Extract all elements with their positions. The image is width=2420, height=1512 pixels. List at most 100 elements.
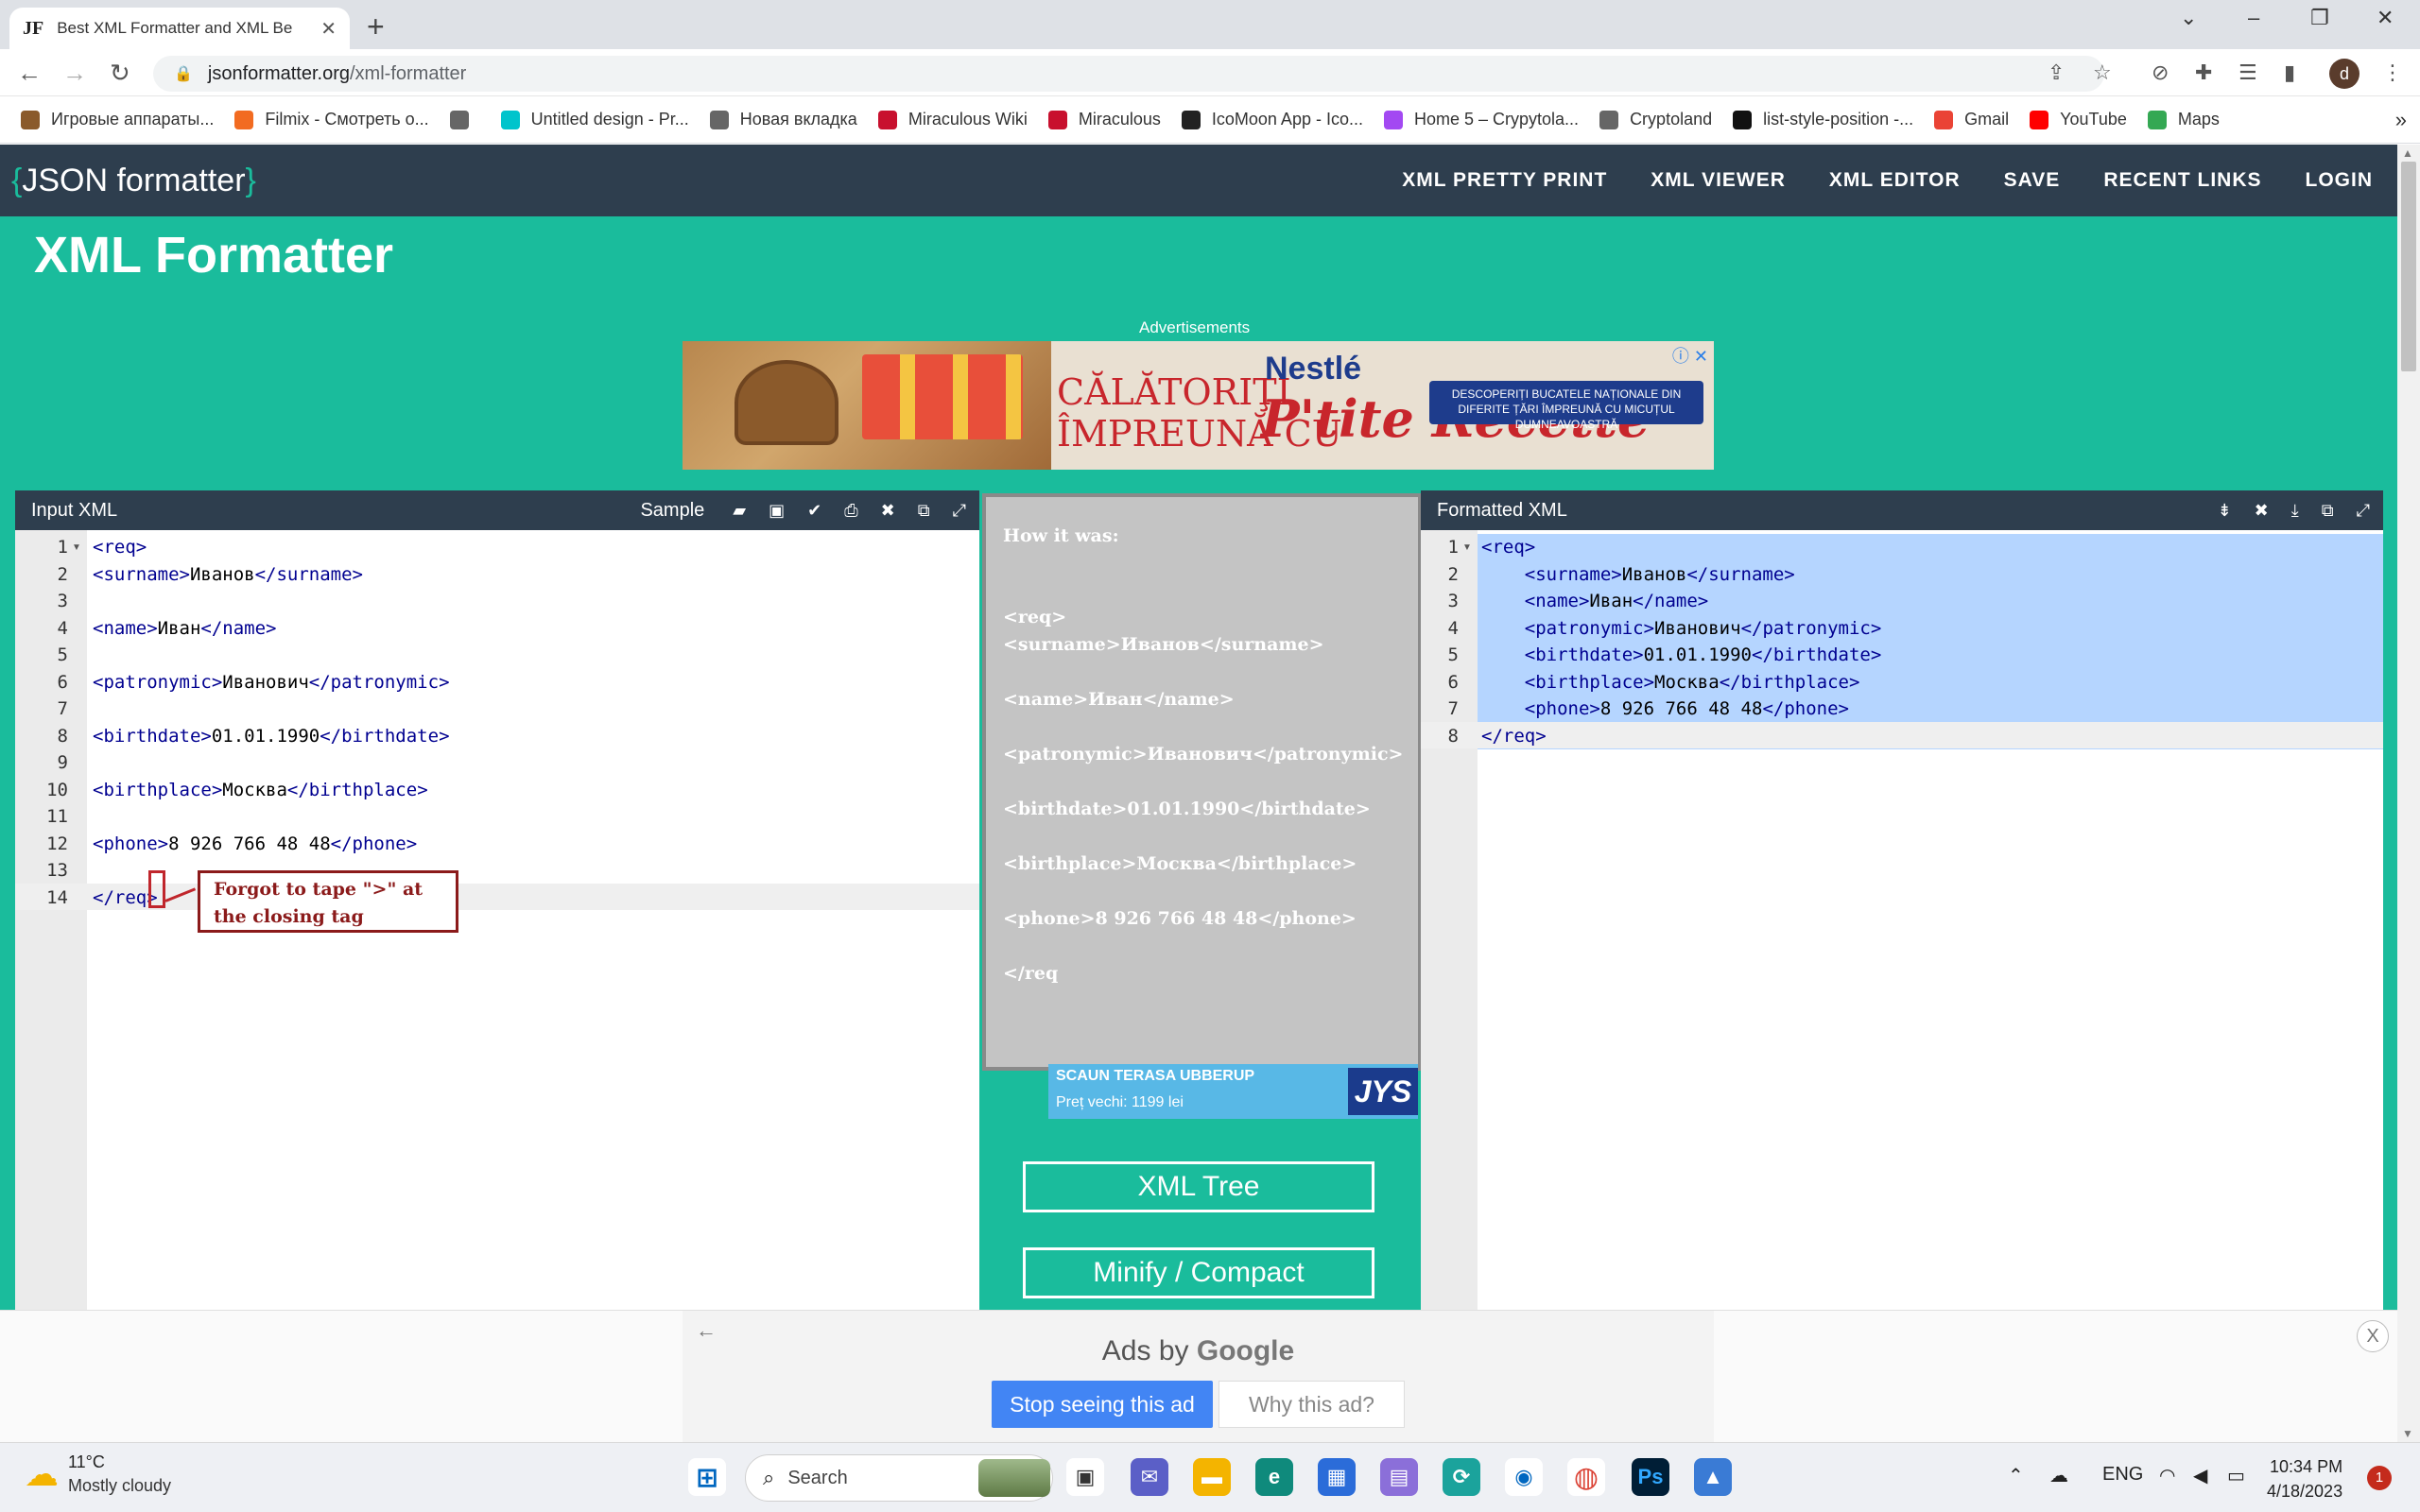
nav-xml-viewer[interactable]: XML VIEWER — [1651, 169, 1786, 192]
chrome-menu-icon[interactable]: ⋮ — [2382, 60, 2403, 85]
bookmark-item[interactable]: list-style-position -... — [1733, 110, 1913, 129]
check-icon[interactable]: ✔ — [807, 501, 821, 521]
globe-icon — [449, 110, 469, 129]
tree-icon[interactable]: ⇟ — [2218, 501, 2232, 521]
lock-icon[interactable]: 🔒 — [174, 64, 193, 83]
scroll-up-icon[interactable]: ▲ — [2402, 146, 2413, 160]
page-scrollbar[interactable]: ▲ ▼ — [2397, 145, 2420, 1442]
onedrive-cloud-icon[interactable]: ☁ — [2049, 1464, 2068, 1487]
adchoices-close-icon[interactable]: ⓘ ✕ — [1672, 343, 1708, 368]
line-number: 8 — [1447, 725, 1459, 747]
bookmark-item[interactable]: Untitled design - Pr... — [500, 110, 689, 129]
bookmark-item[interactable]: Home 5 – Crypytola... — [1383, 110, 1579, 129]
bookmark-item[interactable]: Cryptoland — [1599, 110, 1712, 129]
nav-login[interactable]: LOGIN — [2306, 169, 2374, 192]
side-panel-icon[interactable]: ▮ — [2284, 60, 2295, 85]
tray-overflow-icon[interactable]: ⌃ — [2008, 1464, 2024, 1487]
chrome-icon[interactable]: ◍ — [1567, 1458, 1605, 1496]
volume-icon[interactable]: ◀ — [2193, 1464, 2207, 1487]
game-icon — [21, 110, 40, 129]
top-ad-banner[interactable]: CĂLĂTORIŢIÎMPREUNĂ CU Nestlé P'tite Rece… — [683, 341, 1714, 470]
language-indicator[interactable]: ENG — [2102, 1464, 2143, 1486]
sample-button[interactable]: Sample — [640, 500, 704, 522]
notes-app-icon[interactable]: ▤ — [1380, 1458, 1418, 1496]
extensions-puzzle-icon[interactable]: ✚ — [2195, 60, 2212, 85]
code-line: <birthplace>Москва</birthplace> — [1524, 671, 1860, 693]
restore-icon[interactable]: ❐ — [2310, 6, 2329, 30]
minimize-icon[interactable]: – — [2248, 6, 2259, 30]
wifi-icon[interactable]: ◠ — [2159, 1464, 2175, 1487]
bookmark-star-icon[interactable]: ☆ — [2093, 60, 2112, 85]
taskbar-search[interactable]: ⌕ Search — [745, 1454, 1053, 1502]
photoshop-icon[interactable]: Ps — [1632, 1458, 1669, 1496]
jysk-ad[interactable]: SCAUN TERASA UBBERUP Preț vechi: 1199 le… — [1048, 1064, 1418, 1119]
address-bar[interactable]: 🔒 jsonformatter.org/xml-formatter — [153, 56, 2104, 92]
media-queue-icon[interactable]: ☰ — [2238, 60, 2257, 85]
windows-start-icon[interactable]: ⊞ — [688, 1458, 726, 1496]
copy-icon[interactable]: ⧉ — [918, 501, 930, 521]
why-this-ad-button[interactable]: Why this ad? — [1219, 1381, 1405, 1428]
microsoft-store-icon[interactable]: ▦ — [1318, 1458, 1356, 1496]
new-tab-icon[interactable]: + — [367, 9, 385, 44]
fullscreen-icon[interactable]: ⤢ — [953, 501, 966, 521]
nav-xml-pretty-print[interactable]: XML PRETTY PRINT — [1402, 169, 1607, 192]
download-icon[interactable]: ⤓ — [2291, 501, 2299, 521]
sync-app-icon[interactable]: ⟳ — [1443, 1458, 1480, 1496]
fold-arrow-icon[interactable]: ▼ — [72, 542, 81, 553]
teams-chat-icon[interactable]: ✉ — [1131, 1458, 1168, 1496]
fullscreen-icon[interactable]: ⤢ — [2357, 501, 2370, 521]
bookmark-item[interactable]: Filmix - Смотреть о... — [234, 110, 429, 129]
forward-arrow-icon[interactable]: → — [62, 59, 87, 88]
bookmark-item[interactable] — [449, 110, 480, 129]
stop-seeing-ad-button[interactable]: Stop seeing this ad — [992, 1381, 1213, 1428]
file-explorer-icon[interactable]: ▬ — [1193, 1458, 1231, 1496]
gmail-icon — [1934, 110, 1954, 129]
bookmark-item[interactable]: Новая вкладка — [709, 110, 857, 129]
bookmarks-overflow-icon[interactable]: » — [2395, 108, 2407, 132]
nav-save[interactable]: SAVE — [2004, 169, 2061, 192]
print-icon[interactable]: ⎙ — [844, 501, 857, 521]
bookmark-item[interactable]: Maps — [2147, 110, 2220, 129]
browser-tab-active[interactable]: JF Best XML Formatter and XML Be ✕ — [9, 8, 350, 49]
folder-open-icon[interactable]: ▰ — [733, 501, 746, 521]
tab-title: Best XML Formatter and XML Be — [57, 19, 293, 37]
bookmark-item[interactable]: Miraculous — [1047, 110, 1161, 129]
photos-app-icon[interactable]: ▲ — [1694, 1458, 1732, 1496]
nav-recent-links[interactable]: RECENT LINKS — [2103, 169, 2261, 192]
tab-close-icon[interactable]: ✕ — [320, 17, 337, 41]
clear-icon[interactable]: ✖ — [2255, 501, 2269, 521]
save-icon[interactable]: ▣ — [769, 501, 785, 521]
profile-avatar[interactable]: d — [2329, 59, 2360, 89]
back-arrow-icon[interactable]: ← — [17, 59, 42, 88]
nav-xml-editor[interactable]: XML EDITOR — [1829, 169, 1961, 192]
bookmark-item[interactable]: Gmail — [1934, 110, 2009, 129]
fold-arrow-icon[interactable]: ▼ — [1462, 542, 1472, 553]
site-logo[interactable]: {JSON formatter} — [11, 163, 256, 199]
scroll-down-icon[interactable]: ▼ — [2402, 1427, 2413, 1440]
input-panel-title: Input XML — [31, 499, 118, 521]
scrollbar-thumb[interactable] — [2401, 162, 2416, 371]
weather-widget[interactable]: ☁ 11°C Mostly cloudy — [25, 1452, 171, 1496]
bookmark-item[interactable]: YouTube — [2030, 110, 2127, 129]
taskbar-clock[interactable]: 10:34 PM 4/18/2023 — [2267, 1454, 2342, 1503]
copy-icon[interactable]: ⧉ — [2322, 501, 2334, 521]
edge-browser-icon[interactable]: e — [1255, 1458, 1293, 1496]
canva-icon — [500, 110, 520, 129]
task-view-icon[interactable]: ▣ — [1066, 1458, 1104, 1496]
window-close-icon[interactable]: ✕ — [2377, 6, 2394, 30]
xml-tree-button[interactable]: XML Tree — [1023, 1161, 1374, 1212]
tab-search-icon[interactable]: ⌄ — [2180, 6, 2197, 30]
minify-compact-button[interactable]: Minify / Compact — [1023, 1247, 1374, 1298]
ad-close-button[interactable]: X — [2357, 1320, 2389, 1352]
reload-icon[interactable]: ↻ — [110, 59, 130, 88]
share-icon[interactable]: ⇪ — [2048, 60, 2065, 85]
circle-app-icon[interactable]: ◉ — [1505, 1458, 1543, 1496]
notification-badge[interactable]: 1 — [2367, 1466, 2392, 1490]
bookmark-item[interactable]: Игровые аппараты... — [21, 110, 214, 129]
battery-icon[interactable]: ▭ — [2227, 1464, 2245, 1487]
bookmark-item[interactable]: IcoMoon App - Ico... — [1181, 110, 1363, 129]
bookmark-item[interactable]: Miraculous Wiki — [877, 110, 1028, 129]
clear-icon[interactable]: ✖ — [881, 501, 895, 521]
extension-compass-icon[interactable]: ⊘ — [2152, 60, 2169, 85]
output-toolbar: ⇟ ✖ ⤓ ⧉ ⤢ — [2218, 490, 2370, 530]
